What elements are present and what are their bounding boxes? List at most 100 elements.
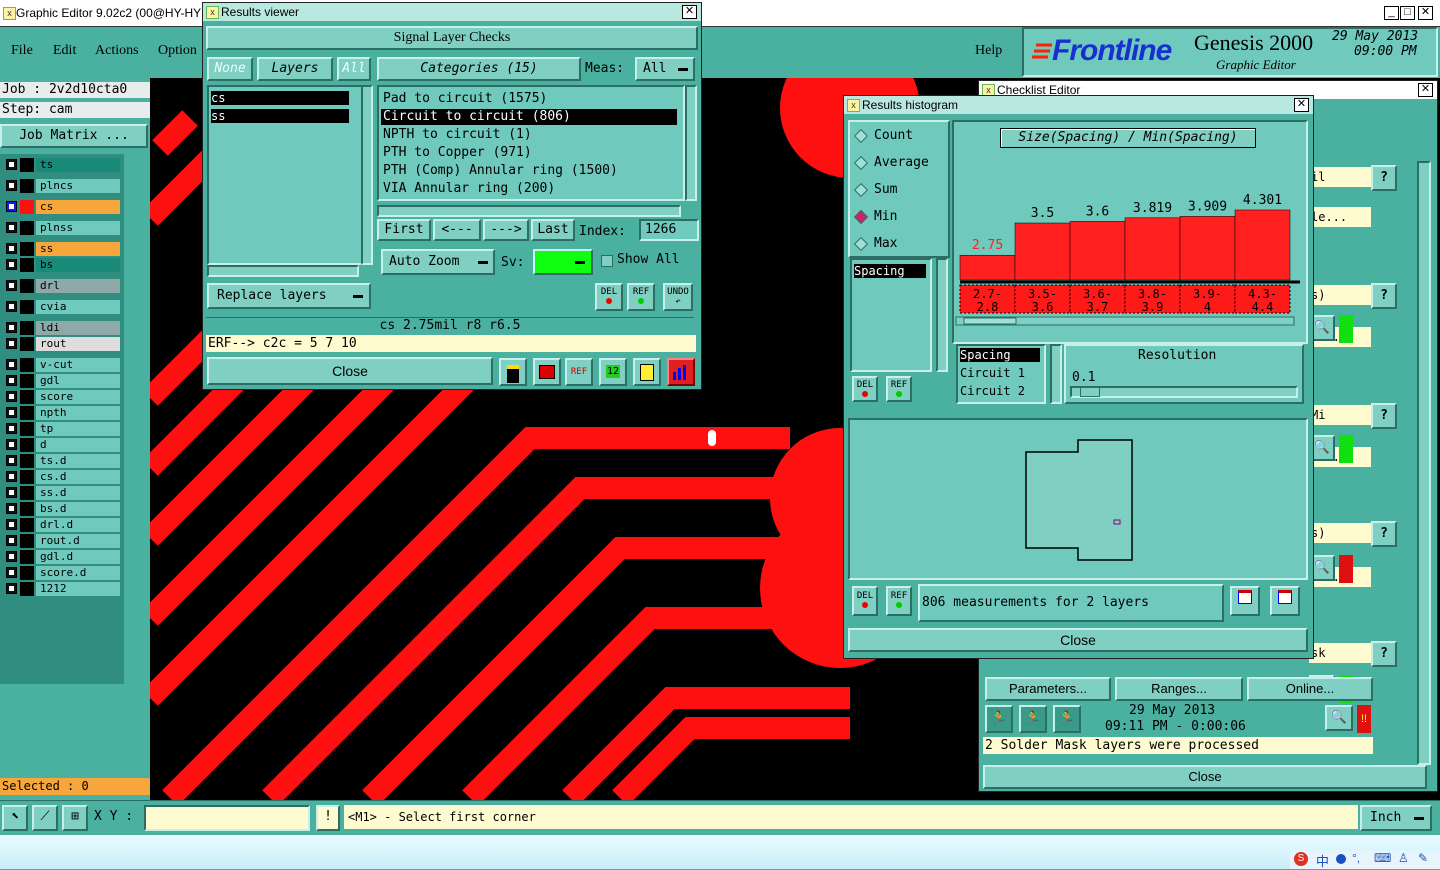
- histogram-bar[interactable]: [1124, 217, 1181, 281]
- layer-row[interactable]: score: [4, 390, 120, 404]
- layer-row[interactable]: 1212: [4, 582, 120, 596]
- layer-checkbox[interactable]: [6, 423, 17, 434]
- layer-row[interactable]: ss.d: [4, 486, 120, 500]
- checklist-close-button[interactable]: Close: [983, 765, 1427, 789]
- layer-row[interactable]: plncs: [4, 179, 120, 193]
- layer-row[interactable]: ts.d: [4, 454, 120, 468]
- parameters-button[interactable]: Parameters...: [985, 677, 1111, 701]
- mode-radio-average[interactable]: Average: [853, 153, 944, 173]
- layer-checkbox[interactable]: [6, 322, 17, 333]
- layer-checkbox[interactable]: [6, 535, 17, 546]
- menu-actions[interactable]: Actions: [95, 43, 139, 59]
- histogram-bar[interactable]: [1069, 221, 1126, 281]
- alert-button[interactable]: !: [316, 805, 340, 831]
- layer-checkbox[interactable]: [6, 301, 17, 312]
- layer-row[interactable]: v-cut: [4, 358, 120, 372]
- ime-language[interactable]: 中: [1316, 851, 1329, 870]
- layer-checkbox[interactable]: [6, 439, 17, 450]
- layer-row[interactable]: bs: [4, 258, 120, 272]
- h-del-button[interactable]: DEL: [852, 376, 878, 402]
- layer-checkbox[interactable]: [6, 583, 17, 594]
- layer-row[interactable]: bs.d: [4, 502, 120, 516]
- moon-icon[interactable]: [1336, 854, 1346, 864]
- minimize-icon[interactable]: _: [1384, 6, 1399, 20]
- layer-row[interactable]: gdl.d: [4, 550, 120, 564]
- layer-row[interactable]: rout.d: [4, 534, 120, 548]
- tool-window-icon[interactable]: [533, 358, 561, 386]
- menu-help[interactable]: Help: [975, 43, 1002, 59]
- zoom-icon[interactable]: 🔍: [1325, 705, 1353, 731]
- export-icon-1[interactable]: [1230, 586, 1260, 616]
- results-viewer-titlebar[interactable]: x Results viewer ✕: [203, 3, 701, 21]
- tool-report-icon[interactable]: [633, 358, 661, 386]
- category-vscroll[interactable]: [685, 85, 697, 201]
- tool-ref-icon[interactable]: REF: [565, 358, 593, 386]
- job-matrix-button[interactable]: Job Matrix ...: [0, 124, 148, 148]
- layer-row[interactable]: drl: [4, 279, 120, 293]
- menu-file[interactable]: File: [11, 43, 33, 59]
- mode-radio-max[interactable]: Max: [853, 234, 944, 254]
- layer-row[interactable]: gdl: [4, 374, 120, 388]
- layer-row[interactable]: cvia: [4, 300, 120, 314]
- layer-list-item[interactable]: cs: [211, 91, 349, 105]
- layer-row[interactable]: tp: [4, 422, 120, 436]
- layer-row[interactable]: cs.d: [4, 470, 120, 484]
- histogram-close-button[interactable]: Close: [848, 628, 1308, 652]
- xy-input[interactable]: [144, 805, 310, 831]
- histogram-titlebar[interactable]: x Results histogram ✕: [844, 96, 1313, 114]
- punctuation-icon[interactable]: °,: [1352, 851, 1360, 865]
- help-icon[interactable]: ?: [1371, 403, 1397, 429]
- layer-listbox[interactable]: cs ss: [207, 85, 363, 265]
- layer-checkbox[interactable]: [6, 503, 17, 514]
- layer-row[interactable]: ss: [4, 242, 120, 256]
- checklist-vscroll[interactable]: [1417, 161, 1431, 765]
- scroll-thumb[interactable]: [963, 317, 1017, 325]
- help-icon[interactable]: ?: [1371, 283, 1397, 309]
- tool-histogram-icon[interactable]: [667, 358, 695, 386]
- layer-checkbox[interactable]: [6, 471, 17, 482]
- index-field[interactable]: 1266: [639, 219, 699, 241]
- show-all-checkbox[interactable]: [601, 255, 613, 267]
- none-button[interactable]: None: [207, 57, 253, 81]
- layer-checkbox[interactable]: [6, 259, 17, 270]
- layer-checkbox[interactable]: [6, 551, 17, 562]
- user-icon[interactable]: ♙: [1398, 851, 1409, 865]
- close-icon[interactable]: ✕: [1294, 98, 1309, 112]
- help-icon[interactable]: ?: [1371, 165, 1397, 191]
- category-item[interactable]: PTH (Comp) Annular ring (1500): [381, 163, 677, 179]
- histogram-bar[interactable]: [1234, 209, 1291, 281]
- help-icon[interactable]: ?: [1371, 641, 1397, 667]
- layer-checkbox[interactable]: [6, 222, 17, 233]
- layer-checkbox[interactable]: [6, 519, 17, 530]
- last-button[interactable]: Last: [531, 219, 575, 241]
- h-ref-button[interactable]: REF: [886, 376, 912, 402]
- layer-row[interactable]: rout: [4, 337, 120, 351]
- layer-checkbox[interactable]: [6, 338, 17, 349]
- layer-row[interactable]: ldi: [4, 321, 120, 335]
- online-button[interactable]: Online...: [1247, 677, 1373, 701]
- layer-checkbox[interactable]: [6, 180, 17, 191]
- help-icon[interactable]: ?: [1371, 521, 1397, 547]
- layer-checkbox[interactable]: [6, 487, 17, 498]
- layer-row[interactable]: cs: [4, 200, 120, 214]
- layer-row[interactable]: d: [4, 438, 120, 452]
- h-ref-button-2[interactable]: REF: [886, 586, 912, 616]
- category-hscroll[interactable]: [377, 205, 681, 217]
- layer-checkbox[interactable]: [6, 159, 17, 170]
- layer-checkbox[interactable]: [6, 407, 17, 418]
- param-vscroll[interactable]: [936, 258, 948, 372]
- mode-radio-sum[interactable]: Sum: [853, 180, 944, 200]
- sel-list-item[interactable]: Spacing: [960, 348, 1040, 362]
- run-icon-3[interactable]: 🏃: [1053, 705, 1081, 733]
- tool-numbering-icon[interactable]: 12: [599, 358, 627, 386]
- units-select[interactable]: Inch: [1360, 805, 1432, 831]
- histogram-plot[interactable]: 2.753.5 3.6 3.819 3.909 4.3012.7-2.83.5-3.63…: [954, 150, 1302, 330]
- layer-row[interactable]: ts: [4, 158, 120, 172]
- histogram-bar[interactable]: [959, 254, 1016, 281]
- replace-layers-select[interactable]: Replace layers: [207, 283, 371, 309]
- measure-tool-icon[interactable]: ⟋: [32, 805, 58, 831]
- run-icon-2[interactable]: 🏃: [1019, 705, 1047, 733]
- sogou-icon[interactable]: S: [1294, 852, 1308, 866]
- del-button[interactable]: DEL: [595, 283, 623, 311]
- category-item[interactable]: VIA Annular ring (200): [381, 181, 677, 197]
